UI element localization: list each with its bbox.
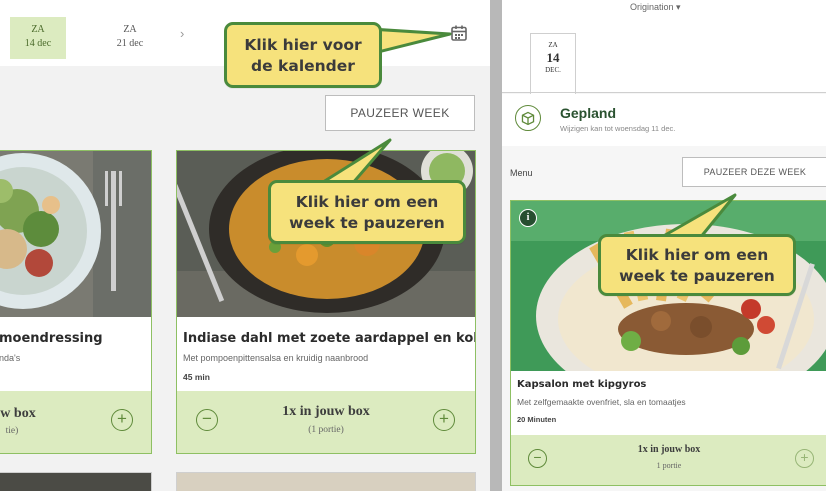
callout-line: week te pauzeren	[289, 214, 445, 232]
callout-line: de kalender	[251, 57, 355, 75]
callout-line: Klik hier om een	[295, 193, 439, 211]
callout-line: Klik hier voor	[244, 36, 362, 54]
callout-calendar: Klik hier voor de kalender	[224, 22, 382, 88]
callout-pause-this-week: Klik hier om een week te pauzeren	[598, 234, 796, 296]
callout-line: week te pauzeren	[619, 267, 775, 285]
callout-pause-week: Klik hier om een week te pauzeren	[268, 180, 466, 244]
callout-line: Klik hier om een	[625, 246, 769, 264]
